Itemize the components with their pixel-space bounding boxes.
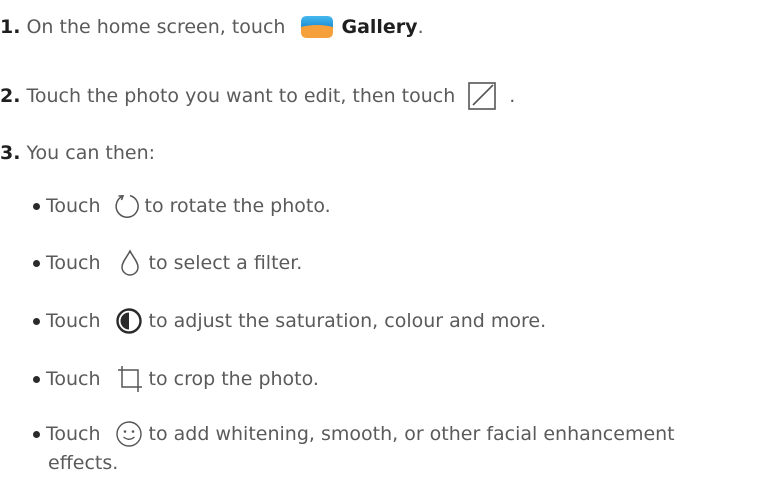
bullet-text: to adjust the saturation, colour and mor… xyxy=(148,310,547,332)
step-3: 3. You can then: xyxy=(0,142,155,164)
step-number: 1. xyxy=(0,16,21,38)
bullet-touch: Touch xyxy=(46,423,101,445)
step-number: 2. xyxy=(0,85,21,107)
bullet-text-continued: effects. xyxy=(48,452,119,474)
bullet-touch: Touch xyxy=(46,252,101,274)
adjust-contrast-icon xyxy=(115,307,143,335)
step-text-end: . xyxy=(509,85,516,107)
bullet-touch: Touch xyxy=(46,195,101,217)
bullet-rotate: Touch to rotate the photo. xyxy=(33,192,331,220)
bullet-text: to rotate the photo. xyxy=(144,195,331,217)
filter-drop-icon xyxy=(119,249,141,277)
bullet-dot xyxy=(33,259,40,267)
step-text: Touch the photo you want to edit, then t… xyxy=(26,85,456,107)
bullet-dot xyxy=(33,375,40,383)
step-2: 2. Touch the photo you want to edit, the… xyxy=(0,80,515,112)
bullet-text: to add whitening, smooth, or other facia… xyxy=(148,423,675,445)
bullet-beauty-continued: effects. xyxy=(48,452,118,474)
bullet-touch: Touch xyxy=(46,310,101,332)
smile-icon xyxy=(115,420,143,448)
bullet-touch: Touch xyxy=(46,368,101,390)
step-1: 1. On the home screen, touch Gallery . xyxy=(0,14,424,40)
bullet-beauty: Touch to add whitening, smooth, or other… xyxy=(33,420,675,448)
edit-icon xyxy=(467,80,499,112)
bullet-dot xyxy=(33,317,40,325)
bullet-text: to crop the photo. xyxy=(148,368,319,390)
bullet-dot xyxy=(33,202,40,210)
bullet-filter: Touch to select a filter. xyxy=(33,249,302,277)
bullet-text: to select a filter. xyxy=(148,252,303,274)
step-text-end: . xyxy=(417,16,424,38)
step-number: 3. xyxy=(0,142,21,164)
step-text: On the home screen, touch xyxy=(26,16,286,38)
step-text: You can then: xyxy=(26,142,156,164)
rotate-icon xyxy=(113,192,141,220)
bullet-crop: Touch to crop the photo. xyxy=(33,365,319,393)
bullet-dot xyxy=(33,430,40,438)
gallery-app-icon xyxy=(299,14,335,40)
crop-icon xyxy=(117,365,143,393)
bullet-adjust: Touch to adjust the saturation, colour a… xyxy=(33,307,546,335)
gallery-label: Gallery xyxy=(341,16,418,38)
